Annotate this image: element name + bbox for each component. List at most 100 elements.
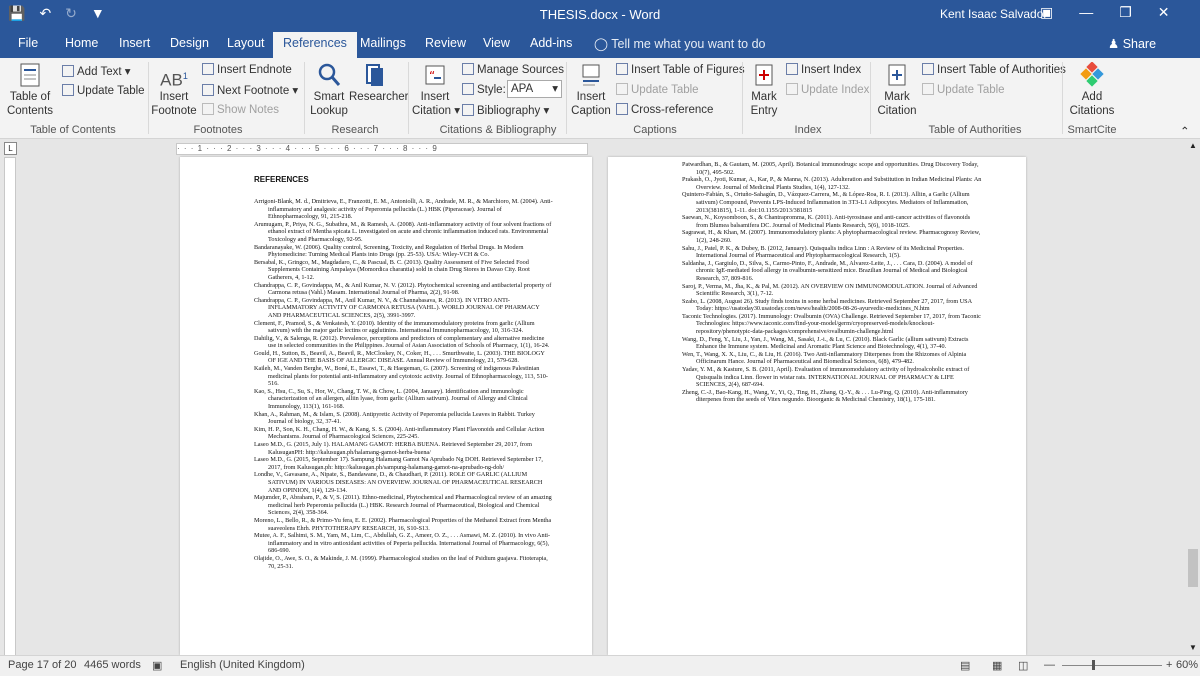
vertical-ruler[interactable] bbox=[0, 157, 18, 657]
insert-caption-button[interactable]: Insert Caption bbox=[568, 62, 614, 118]
reference-entry: Mutee, A. F., Salhimi, S. M., Yam, M., L… bbox=[254, 532, 551, 555]
caption-icon bbox=[582, 64, 600, 86]
user-name[interactable]: Kent Isaac Salvador bbox=[940, 7, 1047, 21]
mark-entry-icon bbox=[755, 64, 773, 86]
citation-style-dropdown[interactable]: APA ▾ bbox=[507, 80, 562, 98]
tab-selector-icon[interactable]: L bbox=[4, 142, 17, 155]
reference-entry: Saewan, N., Koysomboon, S., & Chantrapro… bbox=[682, 214, 971, 229]
tab-layout[interactable]: Layout bbox=[227, 36, 265, 50]
document-page-17[interactable]: REFERENCES Arrigoni-Blank, M. d., Dmitri… bbox=[180, 157, 592, 655]
insert-endnote-button[interactable]: Insert Endnote bbox=[202, 63, 292, 76]
tab-home[interactable]: Home bbox=[65, 36, 98, 50]
reference-entry: Olajide, O., Awe, S. O., & Makinde, J. M… bbox=[254, 554, 548, 570]
index-icon bbox=[786, 63, 798, 75]
tab-references[interactable]: References bbox=[273, 32, 357, 58]
add-text-icon bbox=[62, 65, 74, 77]
tell-me-search[interactable]: ◯ Tell me what you want to do bbox=[594, 36, 766, 51]
proofing-icon[interactable]: ▣ bbox=[152, 659, 162, 672]
reference-entry: Chandrappa, C. P., Govindappa, M., Anil … bbox=[254, 296, 540, 319]
group-table-of-contents: Table of Contents bbox=[30, 124, 116, 136]
ribbon-tabs: File Home Insert Design Layout Reference… bbox=[0, 30, 1200, 58]
update-index-button[interactable]: Update Index bbox=[786, 83, 869, 96]
close-icon[interactable]: ✕ bbox=[1158, 4, 1170, 21]
ribbon: Table of Contents Add Text ▾ Update Tabl… bbox=[0, 58, 1200, 139]
table-of-contents-button[interactable]: Table of Contents bbox=[6, 62, 54, 118]
mark-citation-button[interactable]: Mark Citation bbox=[874, 62, 920, 118]
divider bbox=[304, 62, 305, 134]
style-icon bbox=[462, 83, 474, 95]
insert-table-of-authorities-button[interactable]: Insert Table of Authorities bbox=[922, 63, 1066, 76]
reference-entry: Patwardhan, B., & Gautam, M. (2005, Apri… bbox=[682, 161, 979, 176]
reference-entry: Szabo, L. (2008, August 26). Study finds… bbox=[682, 297, 972, 313]
scroll-up-icon[interactable]: ▲ bbox=[1189, 141, 1197, 150]
zoom-slider[interactable] bbox=[1062, 665, 1162, 666]
tab-addins[interactable]: Add-ins bbox=[530, 36, 572, 50]
insert-citation-button[interactable]: “ Insert Citation ▾ bbox=[412, 62, 460, 118]
show-notes-button[interactable]: Show Notes bbox=[202, 103, 279, 116]
read-mode-icon[interactable]: ▤ bbox=[960, 659, 970, 672]
vertical-scrollbar[interactable]: ▲ ▼ bbox=[1186, 139, 1200, 655]
lightbulb-icon: ◯ bbox=[594, 37, 612, 51]
tab-mailings[interactable]: Mailings bbox=[360, 36, 406, 50]
reference-entry: Laseo M.D., G. (2015, July 1). HALAMANG … bbox=[254, 441, 532, 456]
document-page-18[interactable]: Patwardhan, B., & Gautam, M. (2005, Apri… bbox=[608, 157, 1026, 655]
show-notes-icon bbox=[202, 103, 214, 115]
web-layout-icon[interactable]: ◫ bbox=[1018, 659, 1028, 672]
update-table-authorities-button[interactable]: Update Table bbox=[922, 83, 1005, 96]
researcher-button[interactable]: Researcher bbox=[349, 62, 408, 104]
scroll-down-icon[interactable]: ▼ bbox=[1189, 643, 1197, 652]
reference-entry: Zheng, C.-J., Bao-Kang, H., Wang, Y., Yi… bbox=[682, 388, 968, 404]
add-text-button[interactable]: Add Text ▾ bbox=[62, 64, 131, 78]
zoom-slider-handle[interactable] bbox=[1092, 660, 1095, 670]
tab-view[interactable]: View bbox=[483, 36, 510, 50]
scrollbar-thumb[interactable] bbox=[1188, 549, 1198, 587]
tab-review[interactable]: Review bbox=[425, 36, 466, 50]
mark-entry-button[interactable]: Mark Entry bbox=[744, 62, 784, 118]
tab-design[interactable]: Design bbox=[170, 36, 209, 50]
next-footnote-button[interactable]: Next Footnote ▾ bbox=[202, 83, 298, 97]
manage-sources-button[interactable]: Manage Sources bbox=[462, 63, 564, 76]
word-count[interactable]: 4465 words bbox=[84, 659, 141, 671]
cross-reference-button[interactable]: Cross-reference bbox=[616, 103, 713, 116]
insert-footnote-button[interactable]: AB1 Insert Footnote bbox=[150, 62, 198, 118]
update-icon bbox=[786, 83, 798, 95]
language-indicator[interactable]: English (United Kingdom) bbox=[180, 659, 305, 671]
maximize-icon[interactable]: ❐ bbox=[1119, 4, 1132, 21]
minimize-icon[interactable]: — bbox=[1079, 4, 1093, 21]
divider bbox=[1062, 62, 1063, 134]
insert-index-button[interactable]: Insert Index bbox=[786, 63, 861, 76]
collapse-ribbon-icon[interactable]: ⌃ bbox=[1180, 124, 1190, 138]
update-table-toc-button[interactable]: Update Table bbox=[62, 84, 145, 97]
researcher-icon bbox=[366, 64, 383, 86]
reference-entry: Arrigoni-Blank, M. d., Dmitrieva, E., Fr… bbox=[254, 198, 553, 221]
reference-entry: Quintero-Fabián, S., Ortuño-Sahagún, D.,… bbox=[682, 191, 970, 214]
insert-table-of-figures-button[interactable]: Insert Table of Figures bbox=[616, 63, 745, 76]
zoom-level[interactable]: 60% bbox=[1176, 659, 1198, 671]
tab-insert[interactable]: Insert bbox=[119, 36, 150, 50]
reference-entry: Saroj, P., Verma, M., Jha, K., & Pal, M.… bbox=[682, 282, 978, 298]
print-layout-icon[interactable]: ▦ bbox=[992, 659, 1002, 672]
next-footnote-icon bbox=[202, 84, 214, 96]
restore-ribbon-icon[interactable]: ▣ bbox=[1040, 4, 1053, 21]
horizontal-ruler[interactable]: L · · · 1 · · · 2 · · · 3 · · · 4 · · · … bbox=[0, 139, 1200, 157]
reference-entry: Majumder, P., Abraham, P., & V, S. (2011… bbox=[254, 494, 552, 517]
divider bbox=[870, 62, 871, 134]
smart-lookup-button[interactable]: Smart Lookup bbox=[308, 62, 350, 118]
svg-text:“: “ bbox=[429, 69, 435, 83]
divider bbox=[148, 62, 149, 134]
reference-entry: Kaileh, M., Vanden Berghe, W., Boné, E.,… bbox=[254, 365, 548, 388]
reference-entry: Clement, F., Pramod, S., & Venkatesh, Y.… bbox=[254, 319, 535, 335]
ruler-scale: · · · 1 · · · 2 · · · 3 · · · 4 · · · 5 … bbox=[176, 143, 588, 155]
share-button[interactable]: ♟ Share bbox=[1108, 36, 1156, 51]
group-smartcite: SmartCite bbox=[1067, 124, 1117, 136]
page-count[interactable]: Page 17 of 20 bbox=[8, 659, 77, 671]
zoom-in-icon[interactable]: + bbox=[1166, 659, 1172, 671]
update-icon bbox=[616, 83, 628, 95]
bibliography-button[interactable]: Bibliography ▾ bbox=[462, 103, 549, 117]
tab-file[interactable]: File bbox=[18, 36, 38, 50]
reference-entry: Prakash, O., Jyoti, Kumar, A., Kar, P., … bbox=[682, 176, 982, 191]
zoom-out-icon[interactable]: — bbox=[1044, 659, 1055, 671]
add-citations-button[interactable]: Add Citations bbox=[1068, 62, 1116, 118]
update-table-figures-button[interactable]: Update Table bbox=[616, 83, 699, 96]
bibliography-icon bbox=[462, 104, 474, 116]
